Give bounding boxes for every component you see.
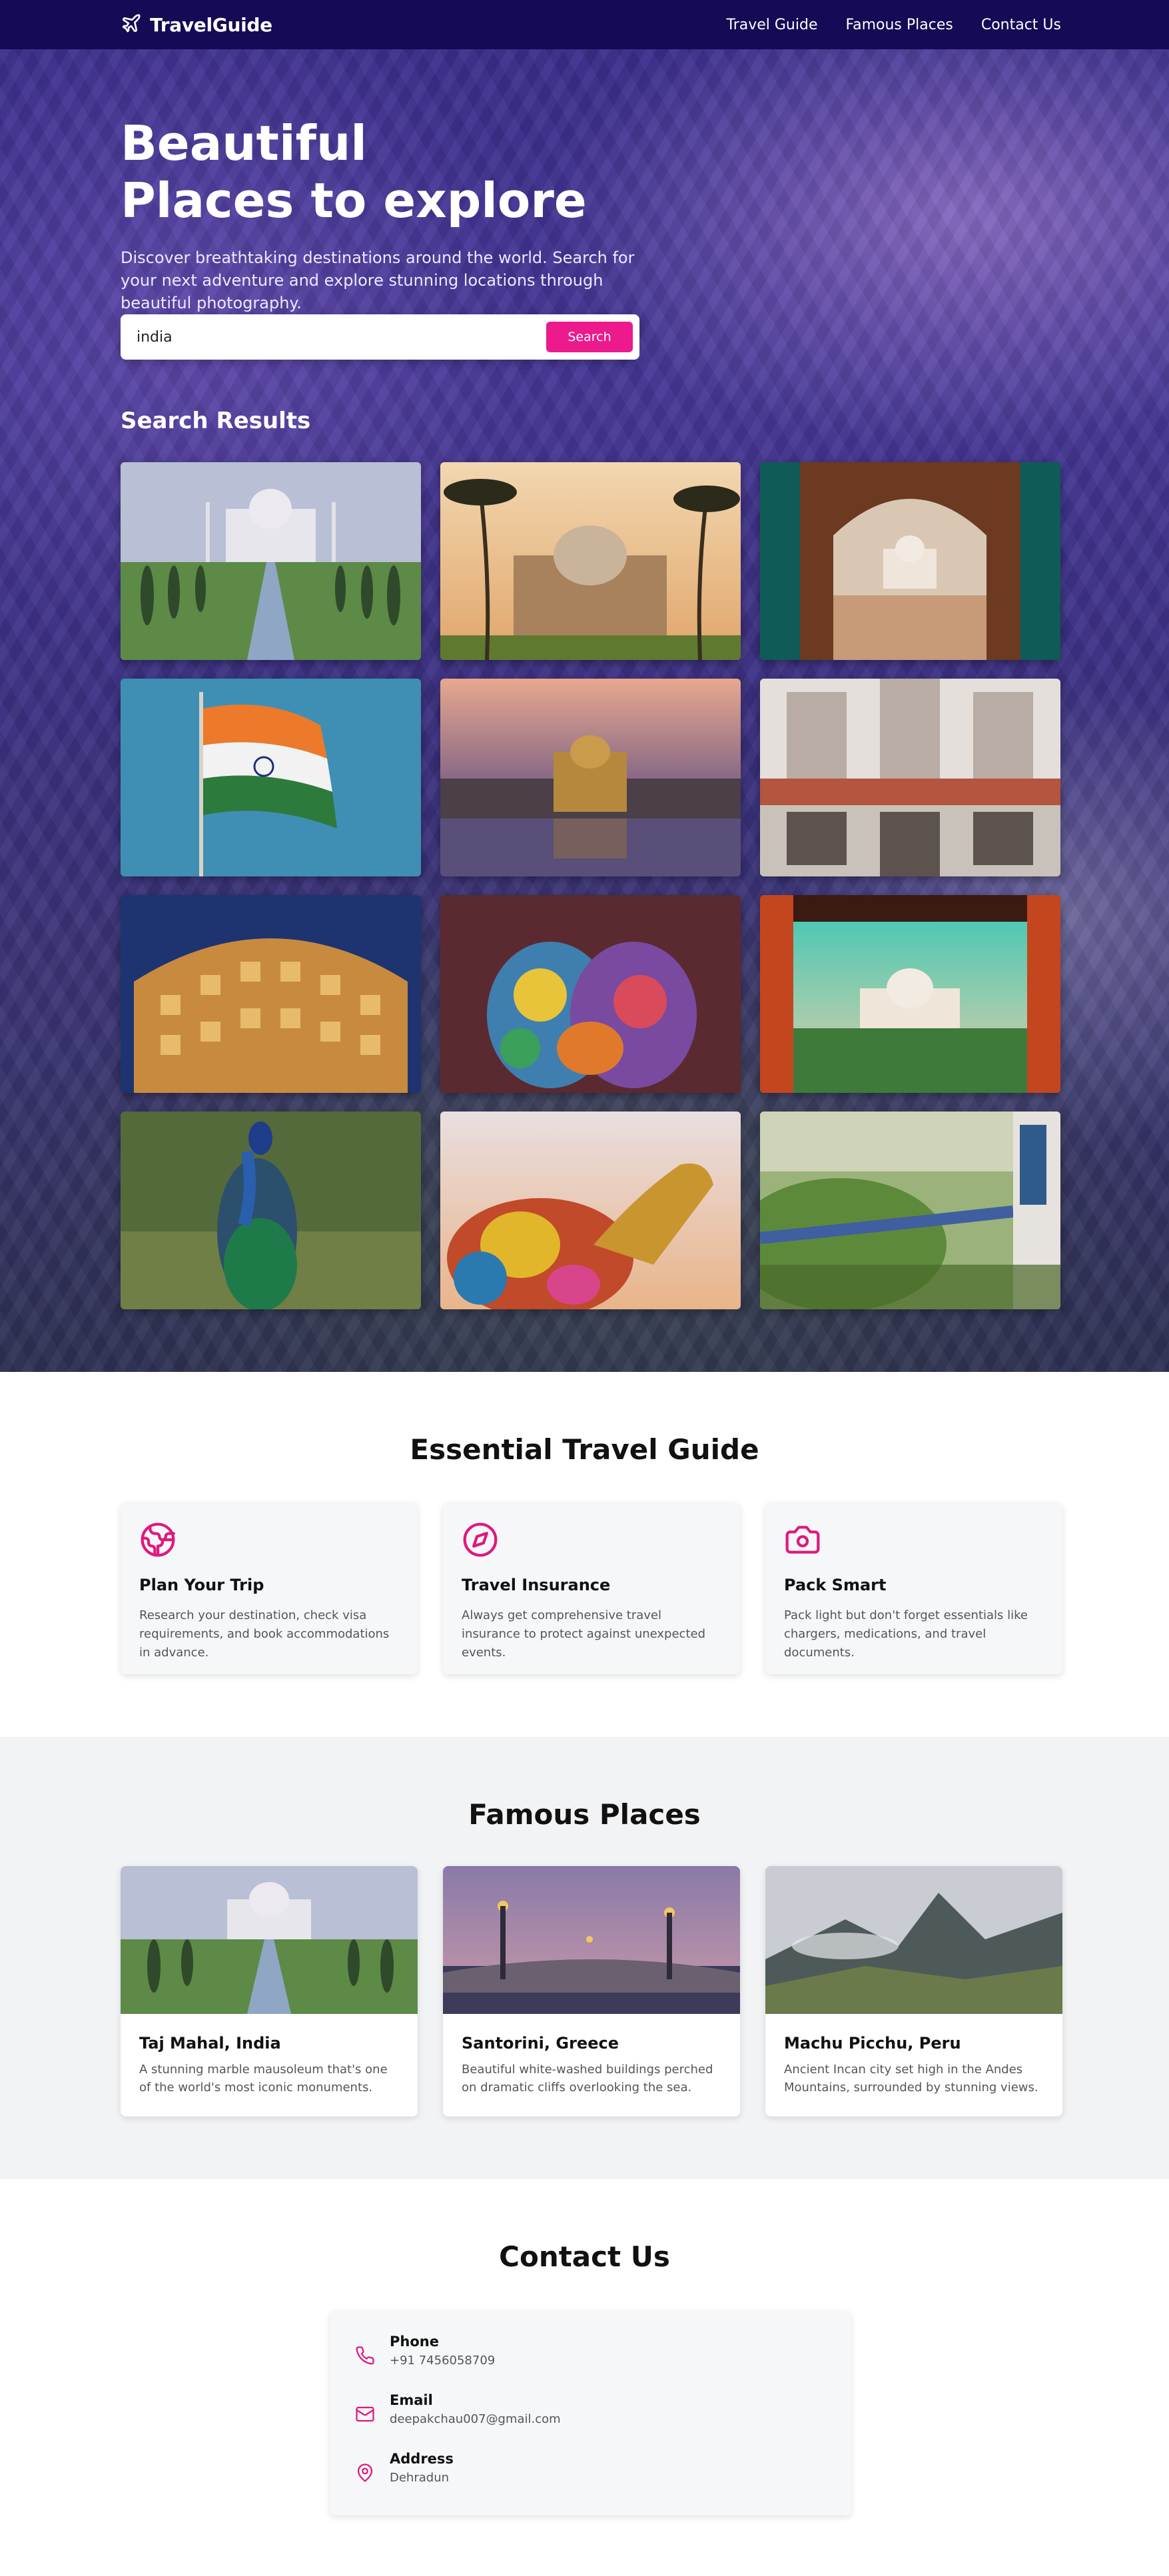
result-image-peacock[interactable] xyxy=(121,1112,421,1309)
guide-card-title: Pack Smart xyxy=(784,1576,887,1594)
brand-name: TravelGuide xyxy=(150,13,272,36)
guide-card-plan-trip: Plan Your Trip Research your destination… xyxy=(121,1502,418,1674)
result-image-taj-red-arch[interactable] xyxy=(760,895,1060,1093)
search-button[interactable]: Search xyxy=(546,322,633,352)
guide-card-pack-smart: Pack Smart Pack light but don't forget e… xyxy=(765,1502,1062,1674)
map-pin-icon xyxy=(355,2463,375,2483)
globe-icon xyxy=(139,1522,177,1561)
place-image-santorini xyxy=(443,1866,740,2014)
contact-row-address: Address Dehradun xyxy=(355,2451,826,2509)
hero-title-line-2: Places to explore xyxy=(121,172,587,228)
result-image-taj-facade-reflection[interactable] xyxy=(760,679,1060,876)
hero-subtitle: Discover breathtaking destinations aroun… xyxy=(121,248,635,312)
place-card-taj-mahal[interactable]: Taj Mahal, India A stunning marble mauso… xyxy=(121,1866,418,2116)
place-card-text: Beautiful white-washed buildings perched… xyxy=(462,2063,713,2094)
guide-card-insurance: Travel Insurance Always get comprehensiv… xyxy=(443,1502,740,1674)
phone-icon xyxy=(355,2346,375,2366)
famous-places-cards: Taj Mahal, India A stunning marble mauso… xyxy=(121,1866,1062,2116)
guide-card-text: Research your destination, check visa re… xyxy=(139,1608,390,1660)
result-image-hawa-mahal[interactable] xyxy=(121,895,421,1093)
place-card-text: A stunning marble mausoleum that's one o… xyxy=(139,2063,388,2094)
place-image-machu-picchu xyxy=(765,1866,1062,2014)
plane-icon xyxy=(121,13,142,37)
result-image-humayun-tomb[interactable] xyxy=(440,462,741,660)
nav-link-travel-guide[interactable]: Travel Guide xyxy=(726,17,817,33)
contact-label: Email xyxy=(390,2392,433,2408)
place-image-taj-mahal xyxy=(121,1866,418,2014)
result-image-indian-flag[interactable] xyxy=(121,679,421,876)
contact-row-phone: Phone +91 7456058709 xyxy=(355,2334,826,2392)
camera-icon xyxy=(784,1526,821,1561)
contact-section: Contact Us Phone +91 7456058709 Email de… xyxy=(0,2179,1169,2576)
mail-icon xyxy=(355,2404,375,2424)
travel-guide-title: Essential Travel Guide xyxy=(410,1433,759,1466)
contact-row-email: Email deepakchau007@gmail.com xyxy=(355,2392,826,2451)
contact-label: Phone xyxy=(390,2334,439,2350)
result-image-taj-mahal-reflection[interactable] xyxy=(121,462,421,660)
hero-title-line-1: Beautiful xyxy=(121,115,367,171)
search-bar: Search xyxy=(121,314,639,360)
famous-places-section: Famous Places Taj Mahal, India A stunnin… xyxy=(0,1737,1169,2179)
contact-title: Contact Us xyxy=(499,2240,670,2273)
result-image-holi-hands[interactable] xyxy=(440,895,741,1093)
compass-icon xyxy=(462,1522,499,1561)
contact-label: Address xyxy=(390,2451,454,2467)
contact-value[interactable]: +91 7456058709 xyxy=(390,2354,495,2368)
hero-section: Beautiful Places to explore Discover bre… xyxy=(0,49,1169,1372)
hero-title: Beautiful Places to explore xyxy=(121,115,720,229)
search-results-grid xyxy=(121,462,1061,1309)
nav-link-famous-places[interactable]: Famous Places xyxy=(845,17,953,33)
travel-guide-section: Essential Travel Guide Plan Your Trip Re… xyxy=(0,1372,1169,1737)
travel-guide-cards: Plan Your Trip Research your destination… xyxy=(121,1502,1062,1674)
famous-places-title: Famous Places xyxy=(468,1798,701,1831)
nav-links: Travel Guide Famous Places Contact Us xyxy=(726,17,1061,33)
result-image-golden-temple[interactable] xyxy=(440,679,741,876)
place-card-text: Ancient Incan city set high in the Andes… xyxy=(784,2063,1038,2094)
place-card-title: Taj Mahal, India xyxy=(139,2034,281,2053)
guide-card-text: Always get comprehensive travel insuranc… xyxy=(462,1608,706,1660)
place-card-title: Machu Picchu, Peru xyxy=(784,2034,961,2053)
guide-card-title: Travel Insurance xyxy=(462,1576,611,1594)
guide-card-text: Pack light but don't forget essentials l… xyxy=(784,1608,1028,1660)
result-image-train-hills[interactable] xyxy=(760,1112,1060,1309)
contact-value: Dehradun xyxy=(390,2471,450,2485)
contact-value[interactable]: deepakchau007@gmail.com xyxy=(390,2412,561,2426)
top-navbar: TravelGuide Travel Guide Famous Places C… xyxy=(0,0,1169,49)
result-image-decorated-camel[interactable] xyxy=(440,1112,741,1309)
result-image-taj-through-arch[interactable] xyxy=(760,462,1060,660)
brand-logo[interactable]: TravelGuide xyxy=(121,13,272,37)
place-card-machu-picchu[interactable]: Machu Picchu, Peru Ancient Incan city se… xyxy=(765,1866,1062,2116)
search-results-title: Search Results xyxy=(121,408,311,434)
place-card-santorini[interactable]: Santorini, Greece Beautiful white-washed… xyxy=(443,1866,740,2116)
guide-card-title: Plan Your Trip xyxy=(139,1576,264,1594)
place-card-title: Santorini, Greece xyxy=(462,2034,619,2053)
nav-link-contact-us[interactable]: Contact Us xyxy=(981,17,1061,33)
search-input[interactable] xyxy=(137,324,510,350)
contact-card: Phone +91 7456058709 Email deepakchau007… xyxy=(330,2311,851,2515)
